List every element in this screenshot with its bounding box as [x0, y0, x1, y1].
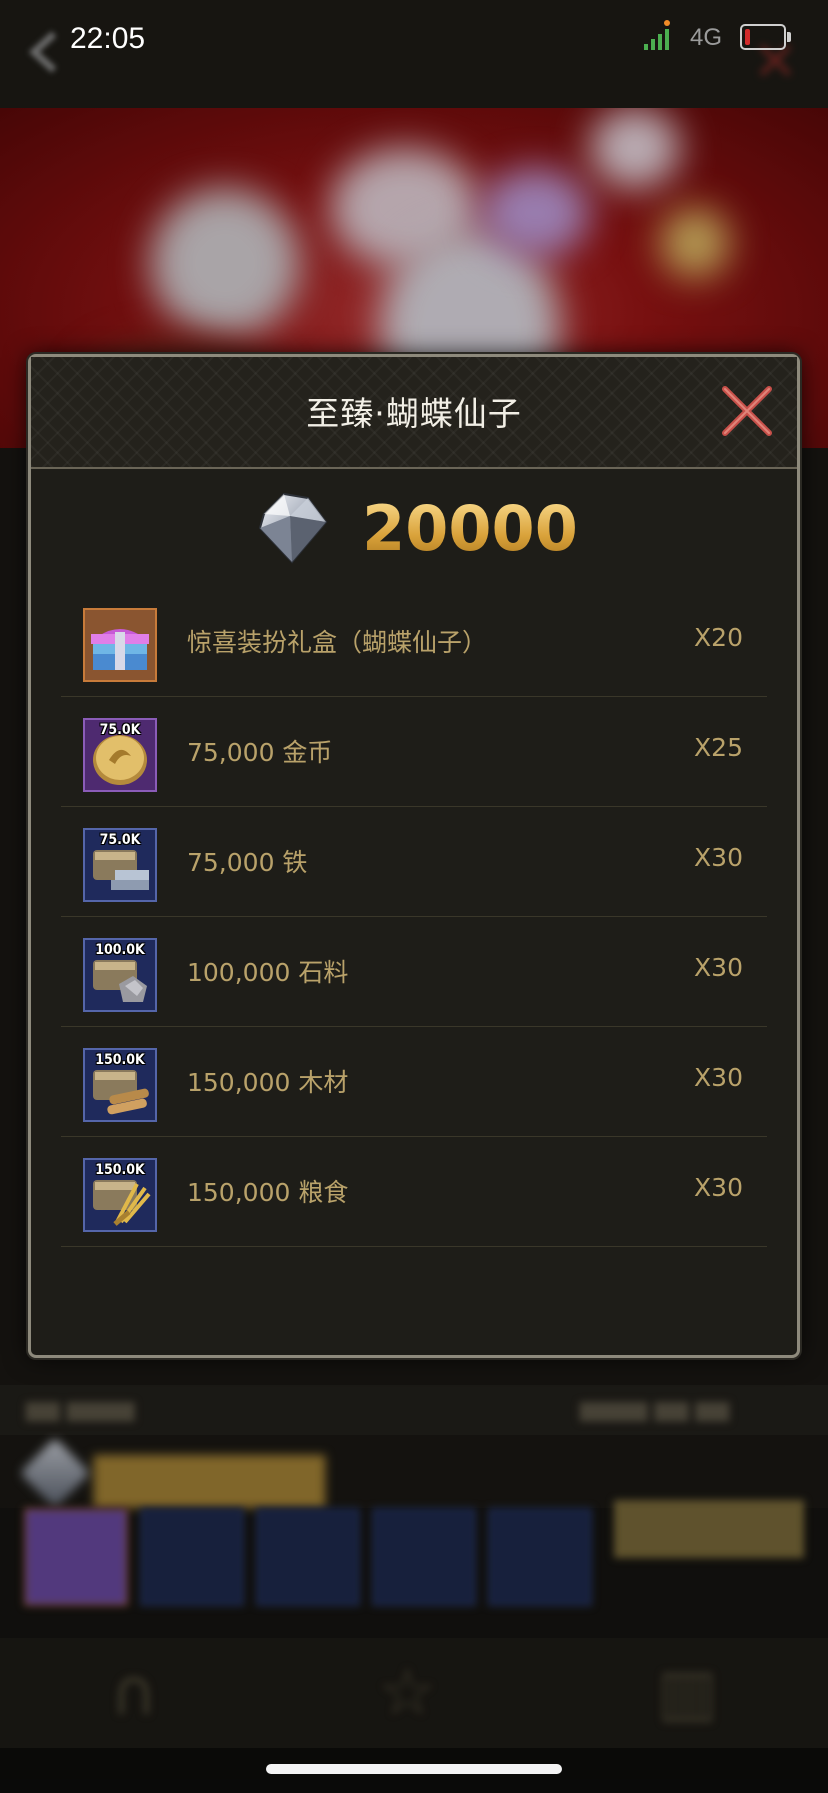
signal-icon — [644, 20, 670, 50]
wood-chest-icon: 150.0K — [83, 1048, 157, 1122]
home-indicator[interactable] — [266, 1764, 562, 1774]
food-chest-icon: 150.0K — [83, 1158, 157, 1232]
reward-item-qty: X30 — [694, 1063, 743, 1092]
reward-item-qty: X20 — [694, 623, 743, 652]
dialog-title: 至臻·蝴蝶仙子 — [306, 394, 522, 433]
reward-item-wood: 150.0K 150,000 木材 X30 — [61, 1027, 767, 1137]
reward-item-name: 100,000 石料 — [187, 958, 349, 987]
gold-coin-icon: 75.0K — [83, 718, 157, 792]
status-bar: 22:05 4G — [0, 0, 828, 80]
reward-item-food: 150.0K 150,000 粮食 X30 — [61, 1137, 767, 1247]
reward-item-iron: 75.0K 75,000 铁 X30 — [61, 807, 767, 917]
price-value: 20000 — [362, 491, 578, 565]
reward-item-name: 75,000 金币 — [187, 738, 333, 767]
reward-item-name: 惊喜装扮礼盒（蝴蝶仙子） — [187, 628, 488, 657]
reward-item-qty: X30 — [694, 953, 743, 982]
item-badge: 75.0K — [99, 722, 141, 738]
item-badge: 150.0K — [95, 1052, 145, 1068]
iron-chest-icon: 75.0K — [83, 828, 157, 902]
reward-item-qty: X30 — [694, 843, 743, 872]
reward-item-name: 150,000 木材 — [187, 1068, 349, 1097]
reward-item-surprise-box: 惊喜装扮礼盒（蝴蝶仙子） X20 — [61, 587, 767, 697]
stone-chest-icon: 100.0K — [83, 938, 157, 1012]
reward-item-name: 75,000 铁 — [187, 848, 308, 877]
pink-treasure-chest-icon — [83, 608, 157, 682]
item-badge: 100.0K — [95, 942, 145, 958]
diamond-icon — [259, 492, 328, 564]
reward-item-gold: 75.0K 75,000 金币 X25 — [61, 697, 767, 807]
reward-item-name: 150,000 粮食 — [187, 1178, 349, 1207]
reward-item-qty: X25 — [694, 733, 743, 762]
package-price: 20000 — [31, 483, 797, 573]
reward-list: 惊喜装扮礼盒（蝴蝶仙子） X20 75.0K 75,000 金币 X25 75.… — [61, 587, 767, 1247]
reward-item-stone: 100.0K 100,000 石料 X30 — [61, 917, 767, 1027]
battery-icon — [740, 24, 791, 50]
close-x-icon[interactable] — [717, 381, 777, 441]
dialog-header: 至臻·蝴蝶仙子 — [31, 357, 797, 469]
status-time: 22:05 — [70, 22, 146, 55]
network-type: 4G — [690, 24, 723, 51]
reward-item-qty: X30 — [694, 1173, 743, 1202]
package-detail-dialog: 至臻·蝴蝶仙子 20000 惊喜装扮礼盒（蝴蝶仙子） X20 75.0K 75,… — [28, 354, 800, 1358]
item-badge: 150.0K — [95, 1162, 145, 1178]
item-badge: 75.0K — [99, 832, 141, 848]
